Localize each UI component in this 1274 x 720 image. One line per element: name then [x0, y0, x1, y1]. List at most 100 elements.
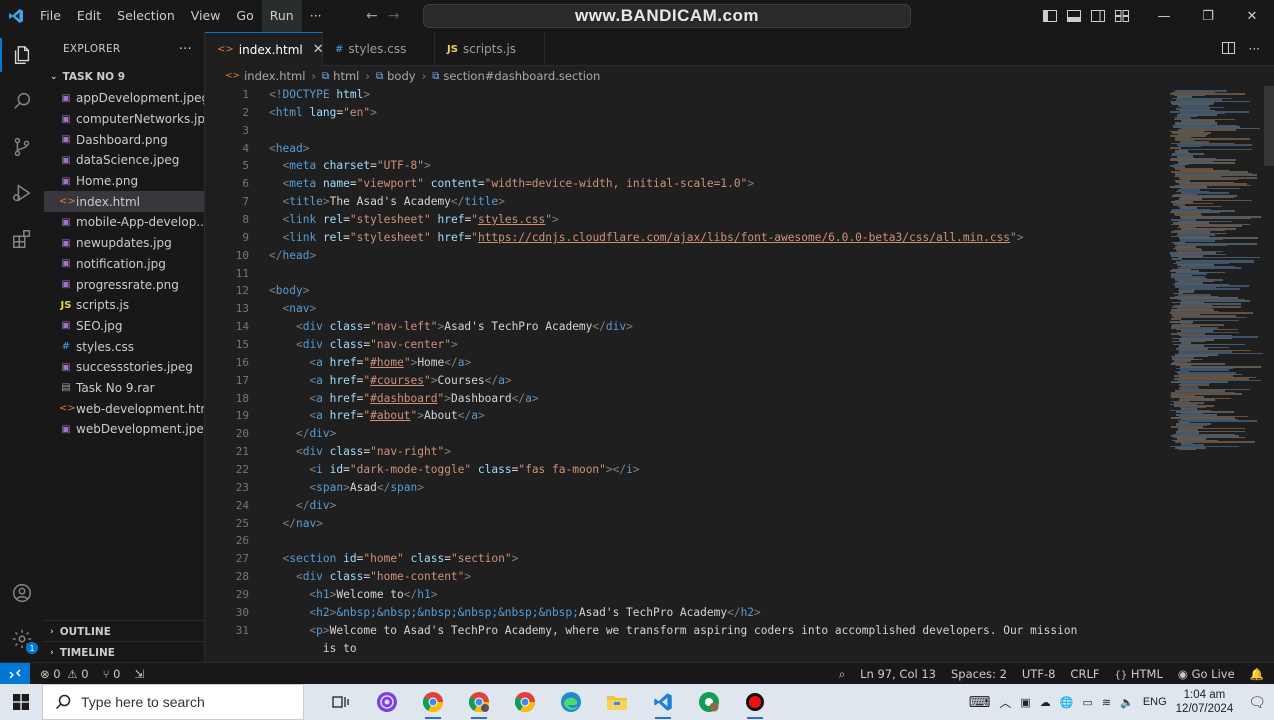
- extensions-icon[interactable]: [0, 216, 44, 262]
- breadcrumb-item[interactable]: body: [387, 69, 415, 83]
- file-item[interactable]: <> index.html: [44, 191, 204, 213]
- code-line: <body>: [269, 284, 310, 298]
- language-indicator[interactable]: ENG: [1143, 696, 1167, 708]
- file-item[interactable]: ▣ appDevelopment.jpeg: [44, 88, 204, 109]
- vscode-taskbar-icon[interactable]: [640, 684, 686, 720]
- file-name: SEO.jpg: [76, 318, 123, 333]
- notification-center-icon[interactable]: 🗨: [1248, 694, 1266, 711]
- file-item[interactable]: ▣ notification.jpg: [44, 254, 204, 275]
- notifications-bell-icon[interactable]: 🔔: [1250, 667, 1264, 681]
- explorer-more-button[interactable]: ···: [179, 42, 192, 57]
- battery-icon[interactable]: ▭: [1082, 696, 1092, 709]
- tab-index-html[interactable]: <> index.html ✕: [205, 32, 324, 66]
- tab-styles-css[interactable]: # styles.css: [323, 32, 435, 66]
- menu-selection[interactable]: Selection: [109, 0, 183, 32]
- forward-arrow-icon[interactable]: →: [388, 8, 400, 24]
- breadcrumb-item[interactable]: html: [333, 69, 359, 83]
- file-item[interactable]: ▣ dataScience.jpeg: [44, 150, 204, 171]
- file-explorer-icon[interactable]: [594, 684, 640, 720]
- zoom-icon[interactable]: ⌕: [839, 667, 845, 682]
- chrome-user-icon[interactable]: [686, 684, 732, 720]
- chrome-alt-icon[interactable]: [502, 684, 548, 720]
- code-editor[interactable]: 1 2 3 4 5 6 7 8 9 10 11 12 13 14 15 16 1…: [205, 86, 1160, 662]
- scrollbar-thumb[interactable]: [1264, 86, 1274, 166]
- wifi-icon[interactable]: ≋: [1102, 696, 1111, 709]
- go-live-button[interactable]: ◉ Go Live: [1178, 667, 1235, 681]
- meet-now-icon[interactable]: ▣: [1020, 696, 1030, 709]
- code-line: <meta charset="UTF-8">: [282, 159, 431, 173]
- command-center-search[interactable]: www.BANDICAM.com: [423, 4, 911, 28]
- language-mode[interactable]: {} HTML: [1114, 667, 1162, 681]
- file-item[interactable]: ▣ webDevelopment.jpeg: [44, 419, 204, 440]
- encoding[interactable]: UTF-8: [1022, 667, 1056, 681]
- toggle-secondary-sidebar-icon[interactable]: [1086, 0, 1110, 32]
- volume-icon[interactable]: 🔈: [1120, 696, 1134, 709]
- network-globe-icon[interactable]: 🌐: [1060, 696, 1074, 709]
- file-item[interactable]: ▣ Dashboard.png: [44, 129, 204, 150]
- go-live-label: Go Live: [1191, 667, 1235, 681]
- end-of-line[interactable]: CRLF: [1070, 667, 1099, 681]
- menu-more[interactable]: ···: [302, 0, 330, 32]
- manage-gear-icon[interactable]: 1: [0, 616, 44, 662]
- show-hidden-icons-icon[interactable]: ︿: [999, 694, 1011, 711]
- menu-go[interactable]: Go: [228, 0, 261, 32]
- problems-indicator[interactable]: ⊗ 0 ⚠ 0: [40, 667, 89, 681]
- toggle-primary-sidebar-icon[interactable]: [1038, 0, 1062, 32]
- file-item[interactable]: ▤ Task No 9.rar: [44, 378, 204, 399]
- ports-indicator[interactable]: ⑂ 0: [103, 667, 121, 681]
- keyboard-icon[interactable]: ⌨: [969, 693, 991, 711]
- more-actions-icon[interactable]: ···: [1249, 42, 1260, 56]
- source-control-icon[interactable]: [0, 124, 44, 170]
- file-item[interactable]: ▣ computerNetworks.jpg: [44, 109, 204, 130]
- menu-view[interactable]: View: [183, 0, 229, 32]
- cursor-position[interactable]: Ln 97, Col 13: [860, 667, 936, 681]
- file-item[interactable]: <> web-development.html: [44, 398, 204, 419]
- file-item[interactable]: ▣ mobile-App-develop...: [44, 212, 204, 233]
- element-icon: ⧉: [375, 70, 384, 82]
- menu-edit[interactable]: Edit: [69, 0, 109, 32]
- file-item[interactable]: ▣ SEO.jpg: [44, 316, 204, 337]
- file-item[interactable]: ▣ newupdates.jpg: [44, 233, 204, 254]
- live-share-icon[interactable]: ⇲: [134, 667, 144, 681]
- edge-icon[interactable]: [548, 684, 594, 720]
- breadcrumb-item[interactable]: section#dashboard.section: [443, 69, 600, 83]
- split-editor-icon[interactable]: [1221, 41, 1235, 57]
- tab-scripts-js[interactable]: JS scripts.js: [435, 32, 545, 66]
- breadcrumb-item[interactable]: index.html: [244, 69, 305, 83]
- minimize-button[interactable]: —: [1142, 0, 1186, 32]
- toggle-panel-icon[interactable]: [1062, 0, 1086, 32]
- maximize-button[interactable]: ❐: [1186, 0, 1230, 32]
- error-count: 0: [53, 666, 61, 681]
- windows-start-icon[interactable]: [0, 684, 42, 720]
- outline-section[interactable]: › OUTLINE: [44, 620, 204, 642]
- customize-layout-icon[interactable]: [1110, 0, 1134, 32]
- file-item[interactable]: # styles.css: [44, 336, 204, 357]
- menu-run[interactable]: Run: [261, 0, 302, 32]
- code-line: <a href="#dashboard">Dashboard</a>: [309, 391, 539, 405]
- chrome-icon[interactable]: [410, 684, 456, 720]
- explorer-icon[interactable]: [0, 32, 44, 78]
- file-item[interactable]: JS scripts.js: [44, 295, 204, 316]
- folder-task-no-9[interactable]: ⌄ TASK NO 9: [44, 66, 204, 88]
- file-item[interactable]: ▣ progressrate.png: [44, 274, 204, 295]
- back-arrow-icon[interactable]: ←: [366, 8, 378, 24]
- account-icon[interactable]: [0, 570, 44, 616]
- task-view-icon[interactable]: [318, 684, 364, 720]
- search-icon[interactable]: [0, 78, 44, 124]
- onedrive-icon[interactable]: ☁: [1040, 696, 1051, 709]
- close-button[interactable]: ✕: [1230, 0, 1274, 32]
- menu-file[interactable]: File: [32, 0, 69, 32]
- element-icon: ⧉: [322, 70, 330, 82]
- taskbar-search-input[interactable]: Type here to search: [42, 684, 304, 720]
- remote-indicator-icon[interactable]: [0, 662, 30, 685]
- run-debug-icon[interactable]: [0, 170, 44, 216]
- chrome-profile-icon[interactable]: [456, 684, 502, 720]
- bandicam-record-icon[interactable]: [732, 684, 778, 720]
- file-item[interactable]: ▣ Home.png: [44, 171, 204, 192]
- indentation[interactable]: Spaces: 2: [951, 667, 1007, 681]
- timeline-section[interactable]: › TIMELINE: [44, 641, 204, 663]
- file-item[interactable]: ▣ successstories.jpeg: [44, 357, 204, 378]
- spheres-app-icon[interactable]: [364, 684, 410, 720]
- minimap[interactable]: [1160, 86, 1274, 662]
- clock[interactable]: 1:04 am 12/07/2024: [1176, 688, 1234, 716]
